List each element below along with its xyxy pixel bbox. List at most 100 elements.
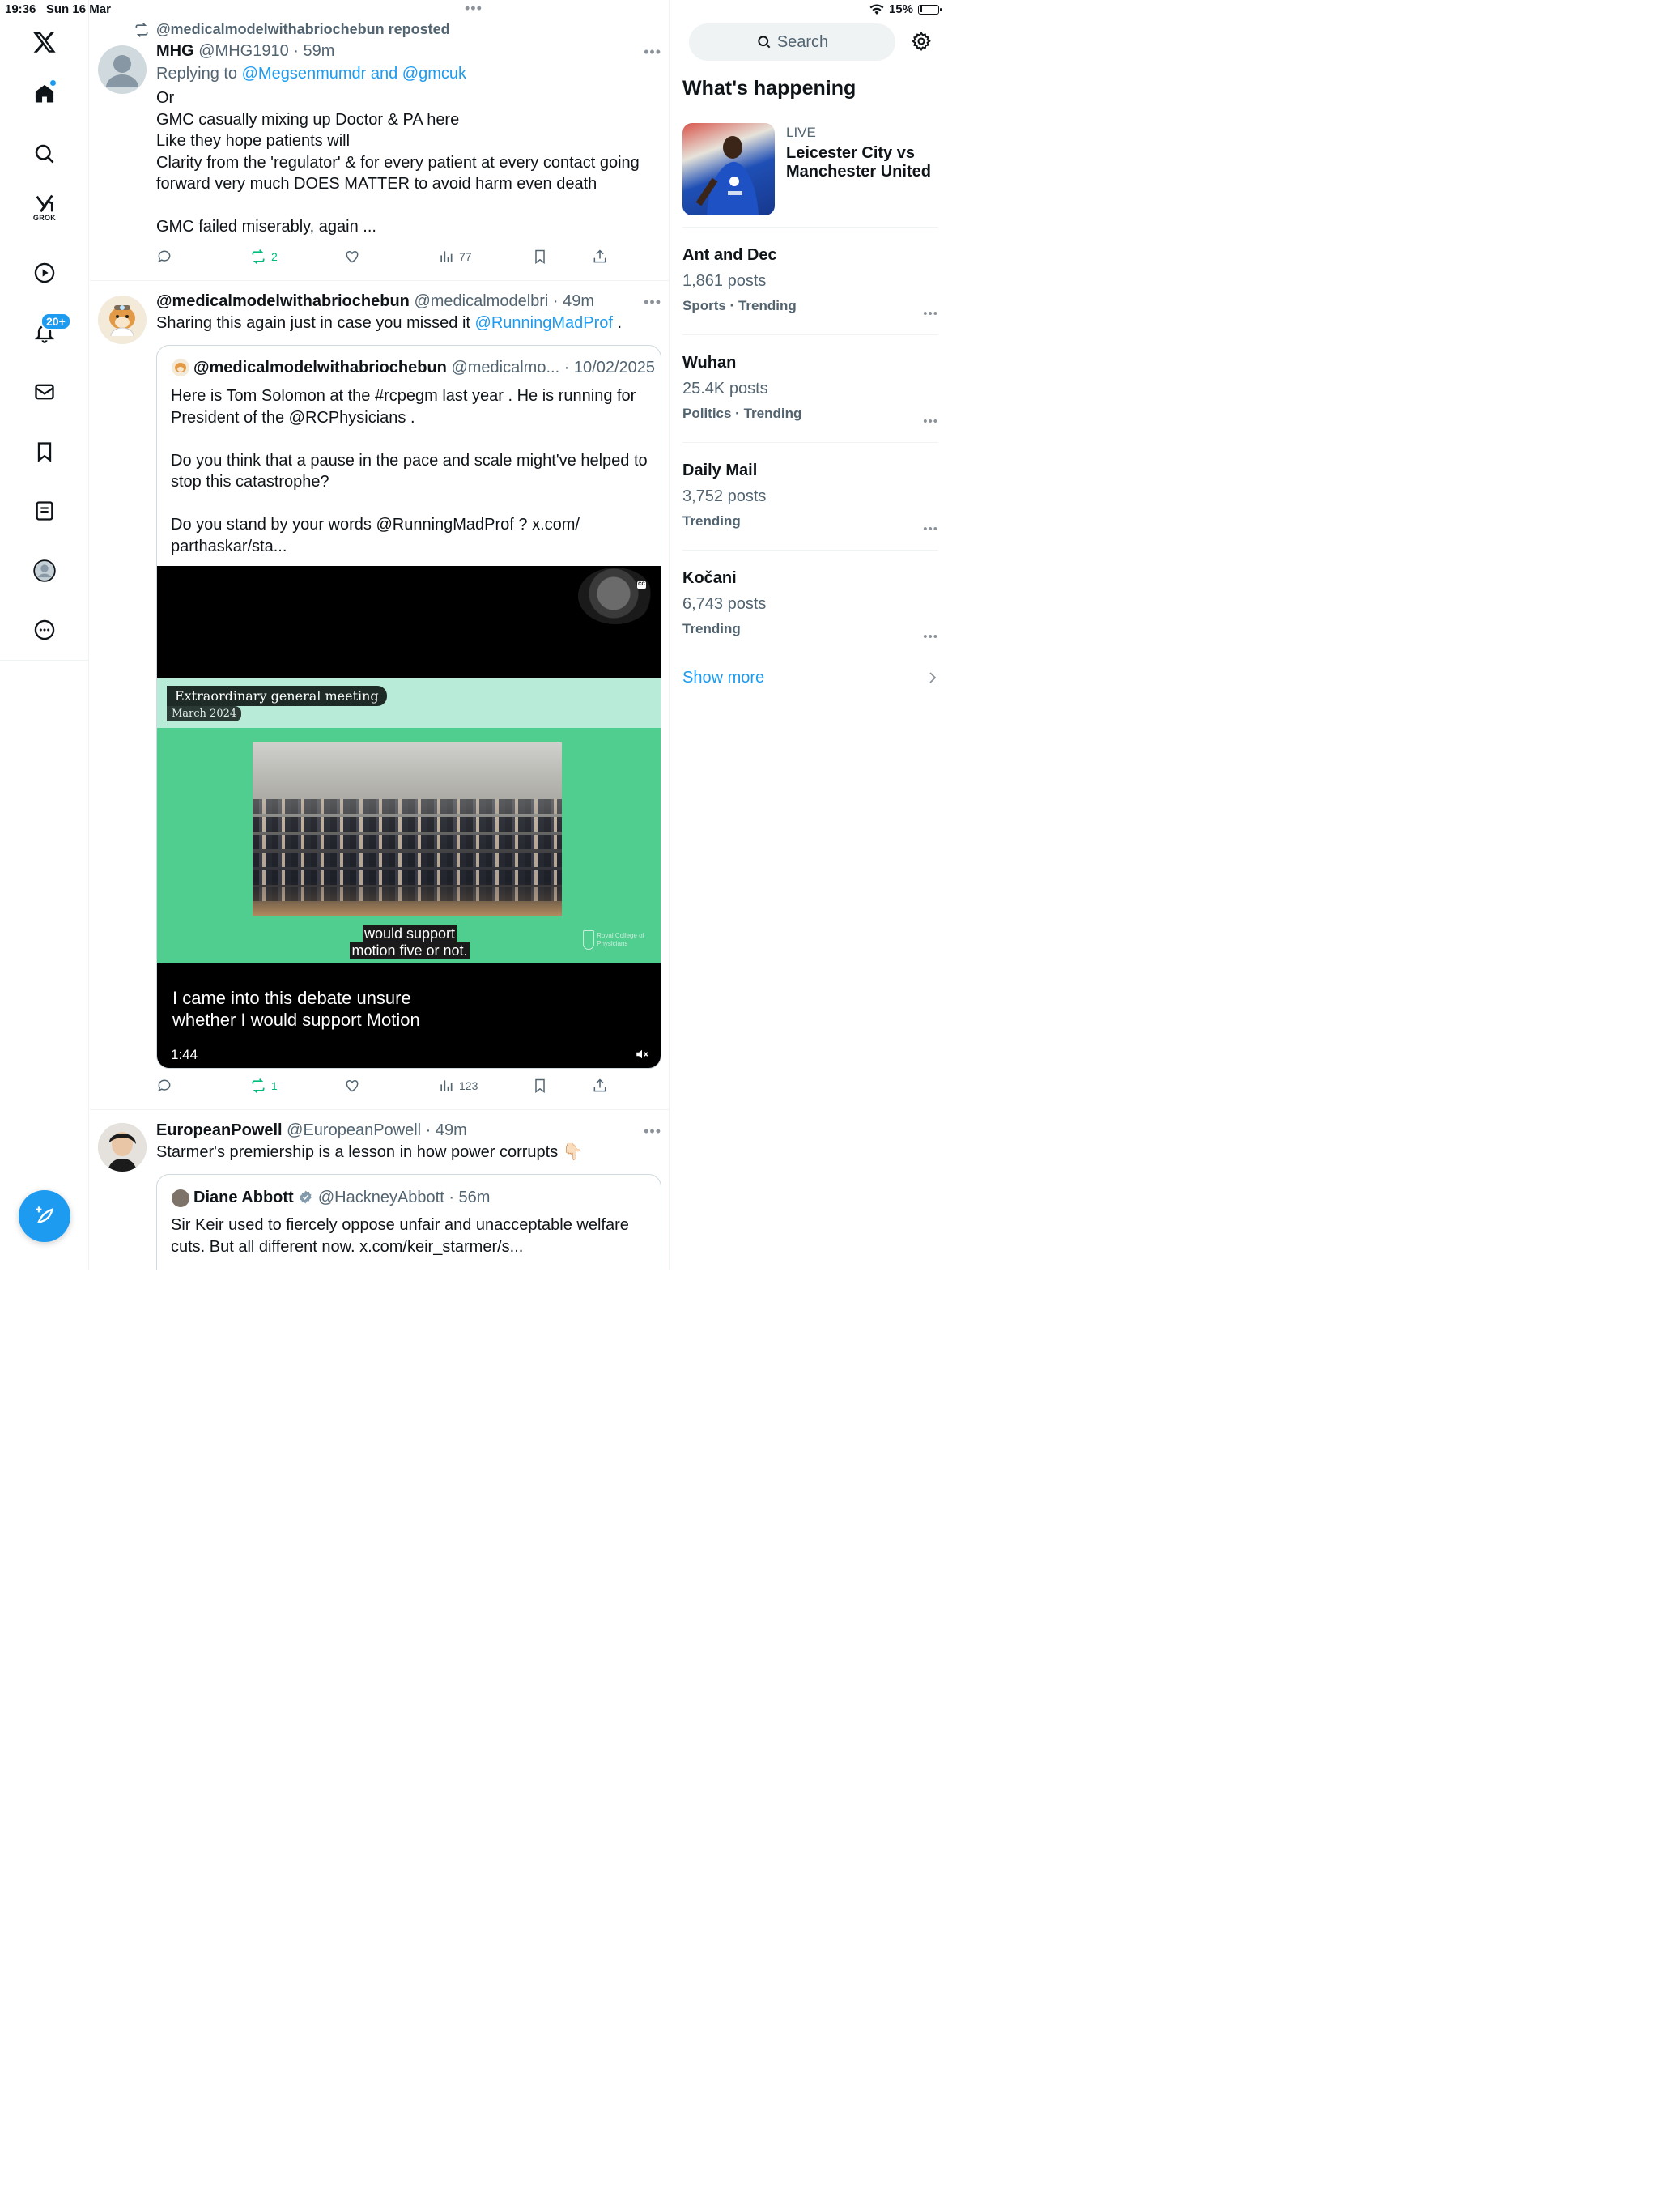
author-handle[interactable]: @medicalmodelbri <box>414 292 548 310</box>
views-chart-icon <box>440 251 453 262</box>
post-header: MHG @MHG1910 · 59m <box>156 42 335 60</box>
post-actions: 1 123 <box>156 1078 610 1099</box>
mention-link[interactable]: @RunningMadProf <box>475 314 613 332</box>
avatar[interactable] <box>98 45 147 94</box>
reply-button[interactable] <box>156 249 172 265</box>
bookmark-button[interactable] <box>532 1078 548 1094</box>
video-play-overlay[interactable] <box>578 568 653 624</box>
author-name[interactable]: @medicalmodelwithabriochebun <box>156 292 410 310</box>
post-time[interactable]: 49m <box>436 1121 467 1139</box>
trend-item[interactable]: Daily Mail 3,752 posts Trending ••• <box>682 462 938 539</box>
post-card[interactable]: ••• EuropeanPowell @EuropeanPowell · 49m… <box>90 1110 669 1270</box>
search-icon <box>758 36 771 49</box>
trend-name: Ant and Dec <box>682 246 777 264</box>
trend-item[interactable]: Wuhan 25.4K posts Politics · Trending ••… <box>682 354 938 432</box>
trend-category: Trending <box>682 513 741 529</box>
live-event-title: Leicester City vs Manchester United <box>786 144 931 181</box>
more-options-icon[interactable] <box>24 610 65 650</box>
author-name[interactable]: MHG <box>156 42 194 60</box>
post-text: Starmer's premiership is a lesson in how… <box>156 1143 583 1161</box>
quoted-author-name: @medicalmodelwithabriochebun <box>193 359 447 376</box>
video-play-icon[interactable] <box>24 253 65 293</box>
trend-category: Politics · Trending <box>682 406 802 421</box>
search-input[interactable]: Search <box>689 23 895 61</box>
messages-envelope-icon[interactable] <box>24 372 65 412</box>
repost-button[interactable]: 2 <box>250 249 278 265</box>
post-header: @medicalmodelwithabriochebun @medicalmod… <box>156 292 595 310</box>
replying-to-links[interactable]: @Megsenmumdr and @gmcuk <box>242 65 466 83</box>
timeline-feed: @medicalmodelwithabriochebun reposted ••… <box>90 0 670 1270</box>
post-card[interactable]: ••• @medicalmodelwithabriochebun @medica… <box>90 281 669 1110</box>
post-card[interactable]: @medicalmodelwithabriochebun reposted ••… <box>90 0 669 281</box>
rcp-crest-icon <box>583 930 595 950</box>
bookmark-button[interactable] <box>532 249 548 265</box>
trend-post-count: 6,743 posts <box>682 595 767 613</box>
post-time[interactable]: 49m <box>563 292 594 310</box>
notifications-badge: 20+ <box>40 313 71 330</box>
replying-to: Replying to @Megsenmumdr and @gmcuk <box>156 65 466 83</box>
post-text: Sharing this again just in case you miss… <box>156 314 623 332</box>
bookmarks-icon[interactable] <box>24 432 65 472</box>
avatar[interactable] <box>98 1123 147 1172</box>
share-button[interactable] <box>592 249 608 265</box>
audience-photo <box>253 742 562 916</box>
video-burned-in-caption: would support motion five or not. <box>350 925 470 959</box>
feather-plus-icon <box>36 1206 53 1223</box>
mute-icon[interactable] <box>635 1047 649 1061</box>
share-button[interactable] <box>592 1078 608 1094</box>
repost-button[interactable]: 1 <box>250 1078 278 1094</box>
video-captions: I came into this debate unsure whether I… <box>172 988 420 1030</box>
search-placeholder: Search <box>776 32 829 51</box>
quoted-post[interactable]: @medicalmodelwithabriochebun @medicalmo.… <box>156 345 661 1069</box>
author-handle[interactable]: @MHG1910 <box>198 42 288 60</box>
rcp-logo: Royal College of Physicians <box>583 929 651 951</box>
reply-button[interactable] <box>156 1078 172 1094</box>
avatar[interactable] <box>98 296 147 344</box>
profile-avatar-icon[interactable] <box>24 551 65 591</box>
chevron-right-icon[interactable] <box>928 670 937 685</box>
trend-more-button[interactable]: ••• <box>923 307 938 321</box>
quoted-post-header: Diane Abbott @HackneyAbbott · 56m <box>193 1189 491 1206</box>
trend-more-button[interactable]: ••• <box>923 522 938 536</box>
share-icon <box>593 1078 606 1092</box>
views-button[interactable]: 123 <box>438 1078 478 1094</box>
trend-item[interactable]: Kočani 6,743 posts Trending ••• <box>682 569 938 647</box>
trend-divider <box>682 227 938 228</box>
closed-captions-icon[interactable]: CC <box>637 581 646 589</box>
quoted-post[interactable]: Diane Abbott @HackneyAbbott · 56m Sir Ke… <box>156 1174 661 1270</box>
trend-more-button[interactable]: ••• <box>923 415 938 428</box>
notifications-bell-icon[interactable]: 20+ <box>24 313 71 353</box>
search-icon[interactable] <box>24 134 65 174</box>
grok-icon[interactable]: GROK <box>24 189 65 230</box>
trend-more-button[interactable]: ••• <box>923 630 938 644</box>
author-handle[interactable]: @EuropeanPowell <box>287 1121 421 1139</box>
video-frame: Extraordinary general meeting March 2024… <box>157 678 661 963</box>
quoted-post-text: Here is Tom Solomon at the #rcpegm last … <box>171 387 648 555</box>
bookmark-icon <box>535 249 545 264</box>
views-button[interactable]: 77 <box>438 249 472 265</box>
lists-icon[interactable] <box>24 491 65 531</box>
home-unread-dot <box>49 79 57 87</box>
author-name[interactable]: EuropeanPowell <box>156 1121 283 1139</box>
post-time[interactable]: 59m <box>303 42 334 60</box>
gear-icon[interactable] <box>911 31 932 52</box>
like-button[interactable] <box>344 249 360 265</box>
reply-icon <box>158 250 171 263</box>
post-text: Or GMC casually mixing up Doctor & PA he… <box>156 89 640 236</box>
x-logo-icon[interactable] <box>24 22 65 62</box>
right-sidebar: Search What's happening LIVE Leicester C… <box>670 0 947 1270</box>
compose-post-button[interactable] <box>19 1190 70 1242</box>
quoted-post-time: 56m <box>458 1189 491 1206</box>
live-event-card[interactable]: LIVE Leicester City vs Manchester United <box>682 123 942 217</box>
like-button[interactable] <box>344 1078 360 1094</box>
home-icon[interactable] <box>24 74 65 114</box>
show-more-link[interactable]: Show more <box>682 669 764 687</box>
video-title: Extraordinary general meeting <box>167 686 387 706</box>
repost-count: 1 <box>271 1079 278 1092</box>
trend-item[interactable]: Ant and Dec 1,861 posts Sports · Trendin… <box>682 246 938 324</box>
trend-divider <box>682 334 938 335</box>
video-player[interactable]: CC Extraordinary general meeting March 2… <box>157 566 661 1068</box>
views-count: 123 <box>459 1079 478 1092</box>
heart-icon <box>346 1079 359 1092</box>
trend-category: Sports · Trending <box>682 298 797 313</box>
